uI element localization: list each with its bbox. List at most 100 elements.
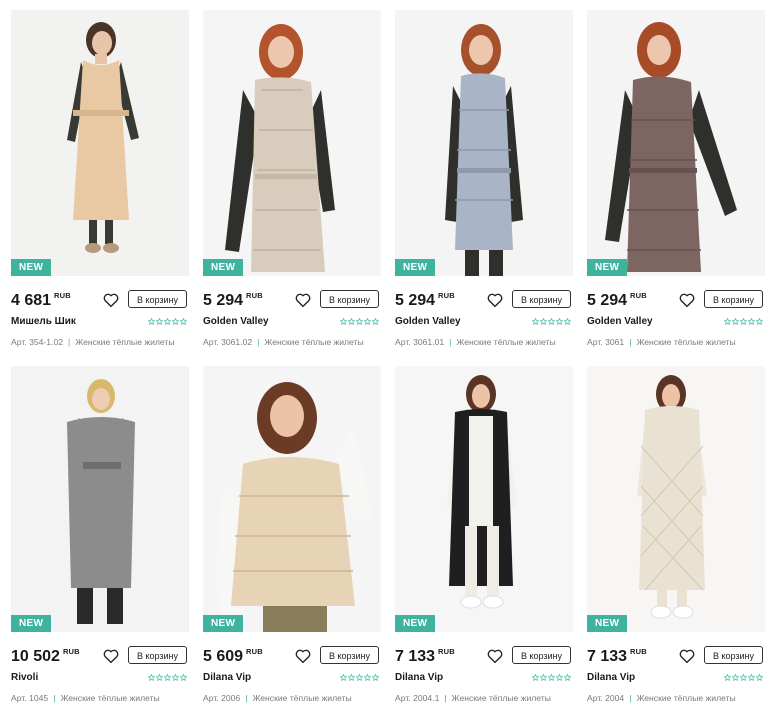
meta-separator: |	[68, 337, 71, 347]
category-link[interactable]: Женские тёплые жилеты	[60, 693, 159, 703]
star-icon	[348, 674, 355, 681]
star-icon	[148, 674, 155, 681]
star-icon	[156, 318, 163, 325]
star-icon	[756, 318, 763, 325]
article-number: Арт. 354-1.02	[11, 337, 64, 347]
price: 5 294 RUB	[587, 291, 647, 309]
currency-label: RUB	[438, 291, 455, 300]
favorite-heart-icon[interactable]	[486, 291, 504, 309]
favorite-heart-icon[interactable]	[678, 291, 696, 309]
currency-label: RUB	[246, 647, 263, 656]
product-photo[interactable]: NEW	[395, 366, 573, 632]
new-badge: NEW	[587, 615, 628, 632]
add-to-cart-button[interactable]: В корзину	[320, 290, 379, 308]
star-icon	[540, 318, 547, 325]
star-icon	[740, 318, 747, 325]
product-card[interactable]: NEW 5 294 RUB В корзину Golden Valley Арт…	[203, 10, 381, 354]
add-to-cart-button[interactable]: В корзину	[704, 290, 763, 308]
currency-label: RUB	[630, 291, 647, 300]
product-photo[interactable]: NEW	[395, 10, 573, 276]
new-badge: NEW	[203, 615, 244, 632]
star-icon	[348, 318, 355, 325]
category-link[interactable]: Женские тёплые жилеты	[636, 693, 735, 703]
rating-stars	[532, 674, 571, 683]
product-meta: Арт. 1045 | Женские тёплые жилеты	[11, 691, 189, 705]
currency-label: RUB	[438, 647, 455, 656]
product-card[interactable]: NEW 5 294 RUB В корзину Golden Valley Арт…	[587, 10, 765, 354]
star-icon	[564, 318, 571, 325]
rating-stars	[532, 318, 571, 327]
star-icon	[364, 318, 371, 325]
product-card[interactable]: NEW 7 133 RUB В корзину Dilana Vip Арт. 2…	[587, 366, 765, 710]
star-icon	[356, 318, 363, 325]
rating-stars	[724, 674, 763, 683]
product-card[interactable]: NEW 7 133 RUB В корзину Dilana Vip Арт. 2…	[395, 366, 573, 710]
product-photo[interactable]: NEW	[203, 10, 381, 276]
add-to-cart-button[interactable]: В корзину	[128, 646, 187, 664]
star-icon	[180, 674, 187, 681]
article-number: Арт. 1045	[11, 693, 49, 703]
rating-stars	[340, 318, 379, 327]
product-photo[interactable]: NEW	[203, 366, 381, 632]
product-meta: Арт. 3061.01 | Женские тёплые жилеты	[395, 335, 573, 349]
favorite-heart-icon[interactable]	[678, 647, 696, 665]
brand-name[interactable]: Golden Valley	[395, 315, 461, 329]
brand-name[interactable]: Golden Valley	[587, 315, 653, 329]
star-icon	[364, 674, 371, 681]
brand-name[interactable]: Dilana Vip	[395, 671, 443, 685]
star-icon	[164, 674, 171, 681]
product-card[interactable]: NEW 10 502 RUB В корзину Rivoli Арт. 1045…	[11, 366, 189, 710]
product-card[interactable]: NEW 4 681 RUB В корзину Мишель Шик Арт. 3…	[11, 10, 189, 354]
star-icon	[548, 318, 555, 325]
star-icon	[540, 674, 547, 681]
product-photo[interactable]: NEW	[587, 366, 765, 632]
new-badge: NEW	[203, 259, 244, 276]
add-to-cart-button[interactable]: В корзину	[704, 646, 763, 664]
product-photo[interactable]: NEW	[11, 10, 189, 276]
product-photo[interactable]: NEW	[11, 366, 189, 632]
star-icon	[148, 318, 155, 325]
price: 10 502 RUB	[11, 647, 80, 665]
star-icon	[532, 674, 539, 681]
rating-stars	[724, 318, 763, 327]
category-link[interactable]: Женские тёплые жилеты	[456, 337, 555, 347]
meta-separator: |	[444, 693, 447, 703]
category-link[interactable]: Женские тёплые жилеты	[636, 337, 735, 347]
product-meta: Арт. 3061.02 | Женские тёплые жилеты	[203, 335, 381, 349]
favorite-heart-icon[interactable]	[486, 647, 504, 665]
price: 7 133 RUB	[395, 647, 455, 665]
add-to-cart-button[interactable]: В корзину	[512, 646, 571, 664]
favorite-heart-icon[interactable]	[102, 291, 120, 309]
brand-name[interactable]: Dilana Vip	[587, 671, 635, 685]
favorite-heart-icon[interactable]	[294, 647, 312, 665]
price: 7 133 RUB	[587, 647, 647, 665]
article-number: Арт. 2004.1	[395, 693, 440, 703]
add-to-cart-button[interactable]: В корзину	[512, 290, 571, 308]
category-link[interactable]: Женские тёплые жилеты	[252, 693, 351, 703]
product-photo[interactable]: NEW	[587, 10, 765, 276]
favorite-heart-icon[interactable]	[102, 647, 120, 665]
new-badge: NEW	[587, 259, 628, 276]
rating-stars	[148, 318, 187, 327]
brand-name[interactable]: Rivoli	[11, 671, 38, 685]
category-link[interactable]: Женские тёплые жилеты	[264, 337, 363, 347]
add-to-cart-button[interactable]: В корзину	[128, 290, 187, 308]
star-icon	[532, 318, 539, 325]
category-link[interactable]: Женские тёплые жилеты	[452, 693, 551, 703]
star-icon	[748, 674, 755, 681]
product-card[interactable]: NEW 5 609 RUB В корзину Dilana Vip Арт. 2…	[203, 366, 381, 710]
price: 4 681 RUB	[11, 291, 71, 309]
star-icon	[748, 318, 755, 325]
add-to-cart-button[interactable]: В корзину	[320, 646, 379, 664]
favorite-heart-icon[interactable]	[294, 291, 312, 309]
star-icon	[732, 318, 739, 325]
rating-stars	[148, 674, 187, 683]
meta-separator: |	[245, 693, 248, 703]
brand-name[interactable]: Golden Valley	[203, 315, 269, 329]
product-card[interactable]: NEW 5 294 RUB В корзину Golden Valley Арт…	[395, 10, 573, 354]
star-icon	[356, 674, 363, 681]
brand-name[interactable]: Мишель Шик	[11, 315, 76, 329]
brand-name[interactable]: Dilana Vip	[203, 671, 251, 685]
article-number: Арт. 3061.02	[203, 337, 253, 347]
category-link[interactable]: Женские тёплые жилеты	[75, 337, 174, 347]
